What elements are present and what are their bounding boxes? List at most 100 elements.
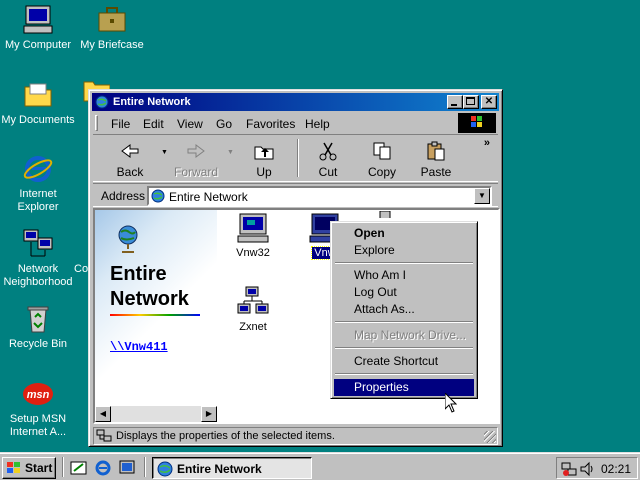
- network-tray-icon[interactable]: [561, 461, 577, 477]
- recycle-bin-icon: [22, 303, 54, 335]
- desktop-icon-setup-msn[interactable]: msn Setup MSN Internet A...: [0, 378, 76, 439]
- desktop-icon-label: Setup MSN Internet A...: [9, 413, 67, 438]
- menu-favorites[interactable]: Favorites: [246, 117, 295, 131]
- globe-icon: [95, 95, 109, 109]
- taskbar-button-label: Entire Network: [177, 462, 262, 476]
- close-button[interactable]: ✕: [481, 95, 497, 109]
- start-button[interactable]: Start: [2, 457, 56, 479]
- quicklaunch-separator: [144, 457, 146, 477]
- address-value: Entire Network: [169, 190, 248, 204]
- back-button[interactable]: Back: [103, 139, 157, 179]
- desktop-icon-network-neighborhood[interactable]: Network Neighborhood: [0, 228, 76, 289]
- chevron-down-icon: ▼: [478, 191, 486, 200]
- menu-go[interactable]: Go: [216, 117, 232, 131]
- globe-icon: [157, 461, 173, 477]
- ctx-attach-as[interactable]: Attach As...: [334, 301, 474, 318]
- context-menu: Open Explore Who Am I Log Out Attach As.…: [330, 221, 478, 399]
- address-bar: Address Entire Network ▼: [93, 183, 498, 207]
- back-label: Back: [116, 165, 144, 179]
- minimize-button[interactable]: [447, 95, 463, 109]
- maximize-button[interactable]: [463, 95, 479, 109]
- web-view-link[interactable]: \\Vnw411: [110, 340, 168, 354]
- network-icon: [22, 228, 54, 260]
- copy-label: Copy: [367, 165, 396, 179]
- web-view-title: Entire Network: [110, 262, 189, 312]
- computer-icon: [22, 4, 54, 36]
- desktop-icon-label: My Documents: [1, 114, 75, 126]
- system-tray: 02:21: [556, 457, 638, 479]
- ctx-log-out[interactable]: Log Out: [334, 284, 474, 301]
- toolbar-more-chevron-icon[interactable]: »: [484, 137, 490, 149]
- desktop-icon-label: Recycle Bin: [8, 338, 68, 350]
- windows-flag-icon: [6, 461, 22, 475]
- menu-file[interactable]: File: [111, 117, 130, 131]
- network-item-label: Zxnet: [239, 321, 267, 333]
- address-dropdown-button[interactable]: ▼: [474, 188, 490, 204]
- address-input[interactable]: Entire Network ▼: [147, 186, 492, 206]
- paste-label: Paste: [420, 165, 452, 179]
- ctx-explore[interactable]: Explore: [334, 242, 474, 259]
- scroll-right-button[interactable]: ▶: [201, 406, 217, 422]
- up-folder-icon: [253, 141, 275, 161]
- msn-icon: msn: [22, 378, 54, 410]
- maximize-icon: [466, 97, 475, 105]
- network-item-partial[interactable]: [375, 210, 395, 221]
- back-arrow-icon: [119, 141, 141, 161]
- ctx-who-am-i[interactable]: Who Am I: [334, 267, 474, 284]
- channels-icon[interactable]: [118, 459, 136, 477]
- menu-edit[interactable]: Edit: [143, 117, 164, 131]
- clock[interactable]: 02:21: [601, 462, 631, 476]
- svg-text:msn: msn: [27, 389, 50, 401]
- speaker-icon[interactable]: [579, 461, 595, 477]
- network-item-zxnet[interactable]: Zxnet: [223, 286, 283, 333]
- copy-icon: [371, 141, 393, 161]
- status-bar: Displays the properties of the selected …: [93, 427, 498, 445]
- horizontal-scrollbar[interactable]: ◀ ▶: [95, 406, 217, 422]
- minimize-icon: [451, 104, 457, 106]
- menu-help[interactable]: Help: [305, 117, 330, 131]
- up-button[interactable]: Up: [237, 139, 291, 179]
- title-bar[interactable]: Entire Network ✕: [92, 93, 499, 111]
- desktop-icon-label: My Computer: [4, 39, 72, 51]
- forward-dropdown-icon[interactable]: ▼: [227, 149, 234, 156]
- network-item-vnw32[interactable]: Vnw32: [223, 212, 283, 259]
- paste-icon: [425, 141, 447, 161]
- paste-button[interactable]: Paste: [409, 139, 463, 179]
- resize-grip[interactable]: [484, 431, 496, 443]
- web-view-panel: Entire Network \\Vnw411: [95, 210, 217, 406]
- up-label: Up: [256, 165, 272, 179]
- ctx-create-shortcut[interactable]: Create Shortcut: [334, 353, 474, 370]
- arrow-left-icon: ◀: [99, 409, 107, 418]
- internet-explorer-icon[interactable]: [94, 459, 112, 477]
- back-dropdown-icon[interactable]: ▼: [161, 149, 168, 156]
- cut-button[interactable]: Cut: [301, 139, 355, 179]
- scroll-left-button[interactable]: ◀: [95, 406, 111, 422]
- scissors-icon: [317, 141, 339, 161]
- address-label: Address: [101, 189, 146, 203]
- forward-button[interactable]: Forward: [169, 139, 223, 179]
- status-text: Displays the properties of the selected …: [116, 430, 335, 442]
- internet-explorer-icon: [22, 153, 54, 185]
- window-title: Entire Network: [113, 96, 191, 108]
- menu-view[interactable]: View: [177, 117, 203, 131]
- ctx-separator: [335, 321, 473, 323]
- taskbar-button-entire-network[interactable]: Entire Network: [152, 457, 312, 479]
- desktop-icon-my-documents[interactable]: My Documents: [0, 79, 76, 127]
- forward-arrow-icon: [185, 141, 207, 161]
- taskbar: Start Entire Network 02:21: [0, 452, 640, 480]
- start-label: Start: [25, 461, 53, 475]
- menu-bar: File Edit View Go Favorites Help: [93, 113, 498, 133]
- briefcase-icon: [96, 4, 128, 36]
- windows-logo-icon: [458, 113, 496, 133]
- ctx-separator: [335, 262, 473, 264]
- network-icon: [237, 286, 269, 318]
- ctx-open[interactable]: Open: [334, 225, 474, 242]
- desktop-icon-recycle-bin[interactable]: Recycle Bin: [0, 303, 76, 351]
- desktop-icon-my-briefcase[interactable]: My Briefcase: [74, 4, 150, 52]
- folder-icon: [22, 79, 54, 111]
- show-desktop-icon[interactable]: [70, 459, 88, 477]
- desktop-icon-internet-explorer[interactable]: Internet Explorer: [0, 153, 76, 214]
- cut-label: Cut: [318, 165, 338, 179]
- desktop-icon-my-computer[interactable]: My Computer: [0, 4, 76, 52]
- copy-button[interactable]: Copy: [355, 139, 409, 179]
